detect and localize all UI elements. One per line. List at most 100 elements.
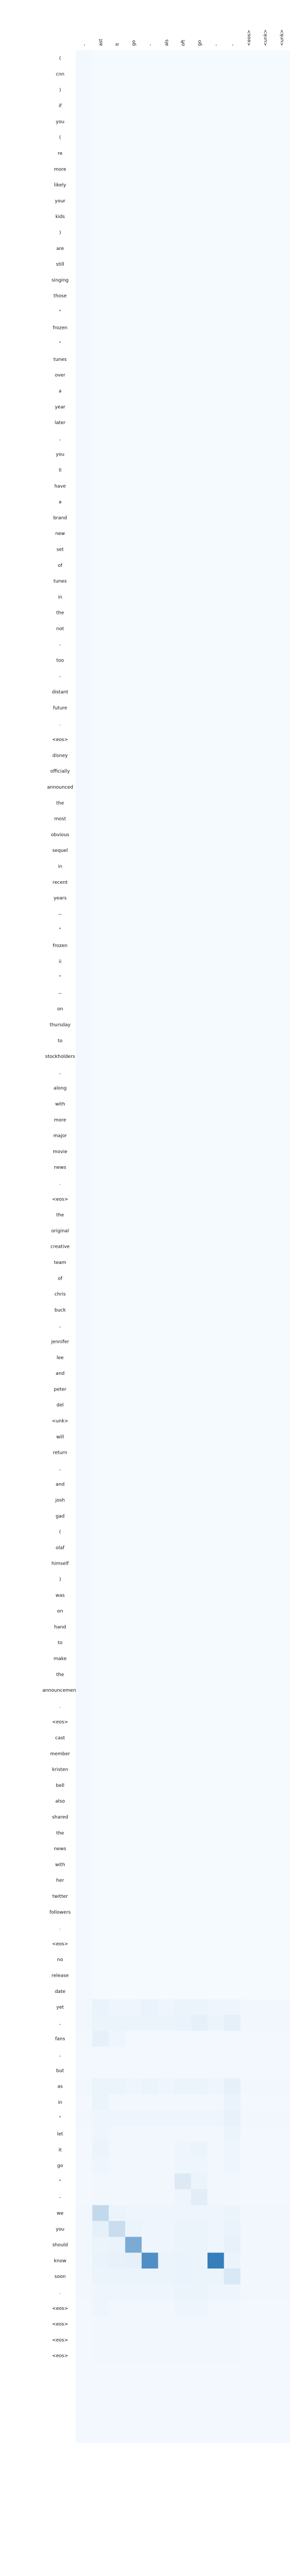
heatmap-cell xyxy=(76,2173,93,2190)
heatmap-cell xyxy=(191,874,208,891)
heatmap-cell xyxy=(273,2078,290,2095)
row-label: in xyxy=(58,864,62,869)
heatmap-cell xyxy=(125,700,142,716)
heatmap-cell xyxy=(76,684,93,700)
heatmap-cell xyxy=(142,1793,158,1809)
row-label: most xyxy=(54,817,66,822)
heatmap-cell xyxy=(92,1935,109,1952)
heatmap-cell xyxy=(92,1444,109,1461)
heatmap-cell xyxy=(175,1729,191,1746)
heatmap-cell xyxy=(76,1476,93,1492)
heatmap-cell xyxy=(273,2411,290,2427)
heatmap-cell xyxy=(142,2189,158,2206)
heatmap-cell xyxy=(273,1476,290,1492)
heatmap-cell xyxy=(158,494,175,510)
heatmap-cell xyxy=(142,1508,158,1524)
heatmap-cell xyxy=(92,1698,109,1714)
row-label: announced xyxy=(47,785,73,790)
row-label: you xyxy=(56,452,65,458)
heatmap-cell xyxy=(224,1365,241,1382)
heatmap-cell xyxy=(109,192,125,209)
heatmap-cell xyxy=(240,494,257,510)
heatmap-cell xyxy=(125,1127,142,1144)
heatmap-cell xyxy=(76,2046,93,2063)
heatmap-cell xyxy=(240,2062,257,2079)
heatmap-cell xyxy=(257,763,274,780)
heatmap-cell xyxy=(257,1492,274,1509)
row-label: bell xyxy=(56,1783,64,1788)
heatmap-cell xyxy=(224,953,241,970)
heatmap-cell xyxy=(92,1508,109,1524)
heatmap-cell xyxy=(76,1017,93,1033)
heatmap-cell xyxy=(191,1761,208,1778)
heatmap-cell xyxy=(125,636,142,653)
heatmap-cell xyxy=(240,2284,257,2301)
heatmap-cell xyxy=(257,50,274,66)
heatmap-cell xyxy=(92,1587,109,1603)
heatmap-cell xyxy=(125,1096,142,1112)
heatmap-cell xyxy=(224,1333,241,1350)
heatmap-cell xyxy=(207,1159,224,1176)
heatmap-cell xyxy=(142,462,158,478)
heatmap-cell xyxy=(273,2221,290,2237)
heatmap-cell xyxy=(191,1856,208,1873)
heatmap-cell xyxy=(191,97,208,114)
heatmap-cell xyxy=(76,906,93,922)
heatmap-cell xyxy=(92,874,109,891)
heatmap-cell xyxy=(207,1223,224,1239)
heatmap-cell xyxy=(109,2269,125,2285)
heatmap-cell xyxy=(158,2062,175,2079)
heatmap-cell xyxy=(207,668,224,685)
heatmap-cell xyxy=(257,1856,274,1873)
heatmap-cell xyxy=(240,2015,257,2031)
heatmap-cell xyxy=(240,398,257,415)
heatmap-cell xyxy=(207,2269,224,2285)
heatmap-cell xyxy=(92,985,109,1001)
heatmap-cell xyxy=(273,842,290,859)
heatmap-cell xyxy=(257,700,274,716)
heatmap-cell xyxy=(158,335,175,352)
heatmap-cell xyxy=(207,272,224,288)
heatmap-cell xyxy=(76,1223,93,1239)
heatmap-cell xyxy=(92,161,109,177)
heatmap-cell xyxy=(92,1635,109,1651)
heatmap-cell xyxy=(158,1999,175,2015)
heatmap-cell xyxy=(175,1460,191,1477)
heatmap-cell xyxy=(158,1840,175,1857)
heatmap-cell xyxy=(273,826,290,843)
heatmap-cell xyxy=(224,1935,241,1952)
heatmap-cell xyxy=(76,2141,93,2158)
heatmap-cell xyxy=(273,921,290,938)
heatmap-cell xyxy=(92,2284,109,2301)
heatmap-cell xyxy=(158,1206,175,1223)
heatmap-cell xyxy=(76,2332,93,2348)
heatmap-cell xyxy=(92,446,109,463)
heatmap-cell xyxy=(257,2363,274,2380)
heatmap-cell xyxy=(257,192,274,209)
heatmap-cell xyxy=(125,906,142,922)
heatmap-cell xyxy=(125,526,142,542)
heatmap-cell xyxy=(109,1952,125,1968)
heatmap-cell xyxy=(224,1555,241,1572)
row-label: , xyxy=(60,2053,61,2058)
heatmap-cell xyxy=(224,779,241,795)
heatmap-cell xyxy=(92,462,109,478)
heatmap-cell xyxy=(240,1143,257,1160)
heatmap-cell xyxy=(273,2379,290,2396)
row-label: ( xyxy=(59,1530,61,1535)
heatmap-cell xyxy=(224,446,241,463)
heatmap-cell xyxy=(142,2411,158,2427)
heatmap-cell xyxy=(273,1397,290,1414)
row-label: with xyxy=(55,1862,65,1867)
row-label: - xyxy=(59,2195,61,2201)
heatmap-cell xyxy=(109,1571,125,1588)
heatmap-cell xyxy=(240,2347,257,2364)
heatmap-cell xyxy=(175,1286,191,1303)
heatmap-cell xyxy=(207,1967,224,1984)
heatmap-cell xyxy=(257,1650,274,1667)
heatmap-cell xyxy=(257,2379,274,2396)
heatmap-cell xyxy=(76,1714,93,1730)
heatmap-cell xyxy=(273,795,290,811)
heatmap-cell xyxy=(224,1096,241,1112)
heatmap-cell xyxy=(191,1333,208,1350)
